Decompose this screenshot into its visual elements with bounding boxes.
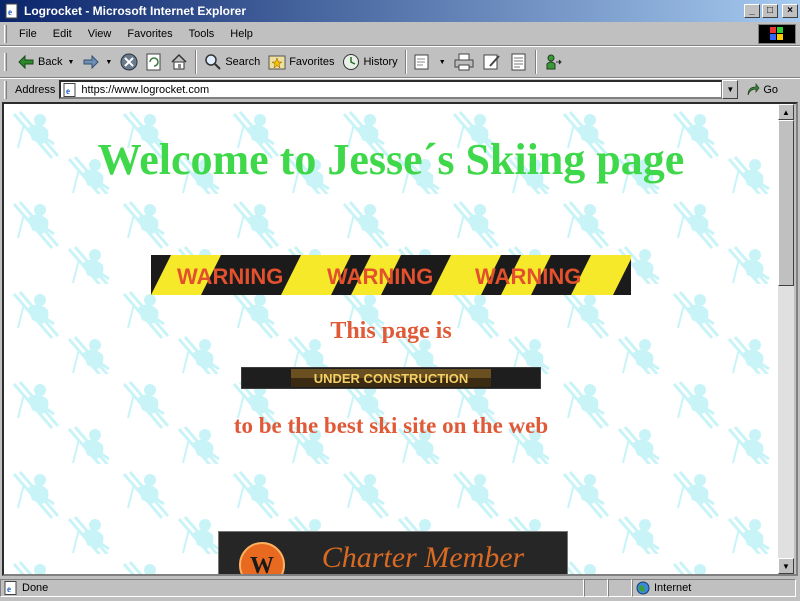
status-text: Done: [22, 582, 49, 594]
title-bar: e Logrocket - Microsoft Internet Explore…: [0, 0, 800, 22]
toolbar-separator: [404, 50, 407, 74]
windows-logo-icon: [758, 24, 796, 44]
page-heading: Welcome to Jesse´s Skiing page: [97, 135, 685, 184]
svg-text:e: e: [66, 86, 70, 96]
address-dropdown-button[interactable]: ▼: [722, 80, 739, 99]
back-dropdown-icon[interactable]: ▼: [67, 59, 74, 66]
forward-button[interactable]: ▼: [78, 49, 116, 75]
address-label: Address: [15, 83, 56, 96]
under-construction-banner: UNDER CONSTRUCTION: [241, 367, 541, 389]
status-pane-small: [584, 579, 608, 597]
history-button[interactable]: History: [338, 49, 401, 75]
print-button[interactable]: [450, 49, 478, 75]
mail-dropdown-icon[interactable]: ▼: [439, 59, 446, 66]
go-label: Go: [763, 83, 779, 96]
menu-file[interactable]: File: [13, 26, 43, 42]
home-button[interactable]: [166, 49, 192, 75]
status-zone: Internet: [654, 582, 692, 594]
menu-view[interactable]: View: [82, 26, 118, 42]
menu-bar: File Edit View Favorites Tools Help: [0, 22, 800, 46]
warning-text-2: WARNING: [327, 264, 433, 289]
mail-icon: [414, 54, 429, 70]
refresh-icon: [146, 53, 161, 71]
menu-grip[interactable]: [4, 24, 7, 43]
maximize-button[interactable]: □: [762, 4, 778, 18]
status-zone-pane: Internet: [632, 579, 796, 597]
scroll-thumb[interactable]: [778, 120, 794, 286]
favorites-button[interactable]: Favorites: [264, 49, 338, 75]
mail-button[interactable]: ▼: [410, 49, 450, 75]
search-button[interactable]: Search: [200, 49, 264, 75]
edit-button[interactable]: [478, 49, 506, 75]
svg-text:e: e: [7, 584, 11, 594]
status-pane-small: [608, 579, 632, 597]
charter-logo-letter: W: [250, 553, 274, 574]
close-button[interactable]: ×: [782, 4, 798, 18]
warning-text-1: WARNING: [177, 264, 283, 289]
scroll-down-button[interactable]: ▼: [778, 558, 794, 574]
address-bar: Address e https://www.logrocket.com ▼ Go: [0, 78, 800, 100]
forward-dropdown-icon[interactable]: ▼: [105, 59, 112, 66]
search-icon: [205, 54, 222, 70]
ie-page-icon: e: [5, 3, 18, 19]
discuss-icon: [511, 53, 526, 71]
charter-member-banner[interactable]: W Charter Member: [218, 531, 568, 574]
stop-button[interactable]: [116, 49, 142, 75]
globe-icon: [636, 581, 650, 595]
refresh-button[interactable]: [142, 49, 166, 75]
status-pane-main: e Done: [0, 579, 584, 597]
history-label: History: [363, 56, 398, 68]
warning-banner: WARNING WARNING WARNING: [151, 255, 631, 295]
edit-icon: [483, 54, 500, 70]
menu-favorites[interactable]: Favorites: [121, 26, 178, 42]
ie-page-icon: e: [4, 581, 17, 595]
forward-arrow-icon: [83, 54, 100, 70]
menu-edit[interactable]: Edit: [47, 26, 78, 42]
scroll-up-button[interactable]: ▲: [778, 104, 794, 120]
go-arrow-icon: [748, 82, 760, 95]
back-arrow-icon: [18, 54, 34, 70]
menu-tools[interactable]: Tools: [183, 26, 221, 42]
vertical-scrollbar[interactable]: ▲ ▼: [778, 104, 794, 574]
toolbar-grip[interactable]: [4, 53, 7, 71]
address-url: https://www.logrocket.com: [81, 83, 210, 96]
print-icon: [454, 53, 474, 71]
stop-icon: [120, 53, 138, 71]
menu-help[interactable]: Help: [224, 26, 259, 42]
status-bar: e Done Internet: [0, 578, 800, 598]
svg-text:e: e: [8, 7, 12, 17]
toolbar-separator: [534, 50, 537, 74]
home-icon: [171, 53, 187, 70]
address-input[interactable]: e https://www.logrocket.com: [59, 80, 724, 99]
under-construction-text: UNDER CONSTRUCTION: [314, 371, 469, 386]
minimize-button[interactable]: _: [744, 4, 760, 18]
page-viewport: Welcome to Jesse´s Skiing page WARNING W…: [4, 104, 778, 574]
discuss-button[interactable]: [506, 49, 532, 75]
standard-toolbar: Back ▼ ▼ Search Favorites History ▼: [0, 46, 800, 78]
back-button[interactable]: Back ▼: [13, 49, 78, 75]
best-site-text: to be the best ski site on the web: [233, 413, 549, 438]
search-label: Search: [225, 56, 261, 68]
address-grip[interactable]: [4, 80, 7, 99]
warning-text-3: WARNING: [475, 264, 581, 289]
history-icon: [343, 54, 360, 70]
ie-page-icon: e: [63, 82, 76, 97]
back-label: Back: [38, 56, 63, 68]
favorites-icon: [268, 55, 286, 70]
toolbar-separator: [195, 50, 198, 74]
this-page-is-text: This page is: [330, 318, 452, 344]
charter-member-text: Charter Member: [322, 541, 525, 574]
window-title: Logrocket - Microsoft Internet Explorer: [24, 4, 247, 18]
go-button[interactable]: Go: [746, 82, 779, 97]
messenger-icon: [546, 54, 562, 70]
favorites-label: Favorites: [289, 56, 335, 68]
messenger-button[interactable]: [540, 49, 568, 75]
